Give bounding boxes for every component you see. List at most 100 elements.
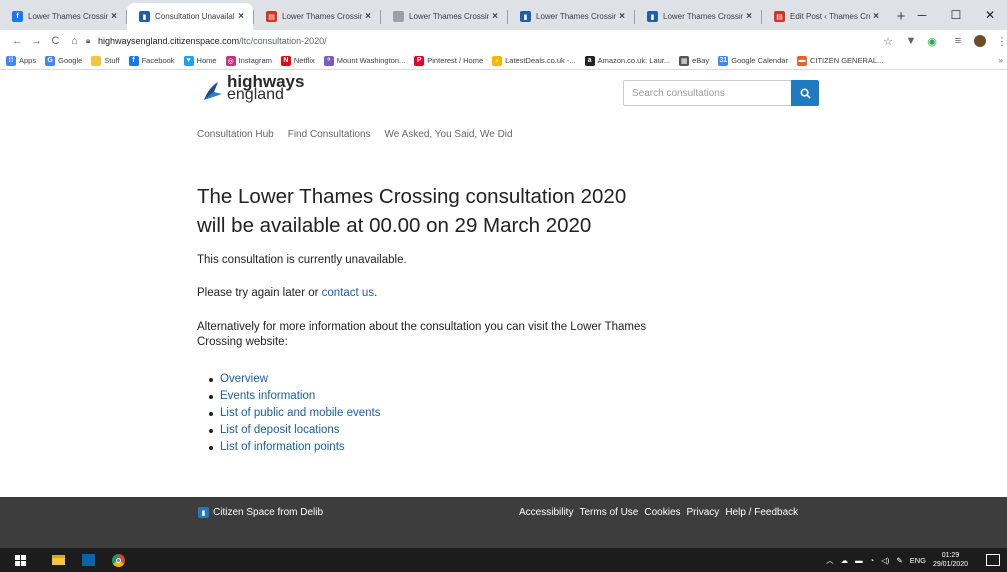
highways-england-logo[interactable]: highways england: [202, 73, 304, 103]
tab-close-icon[interactable]: ×: [108, 11, 120, 22]
bookmark-item[interactable]: ◎ Instagram: [225, 55, 272, 66]
more-bookmarks-icon[interactable]: »: [999, 56, 1003, 65]
footer-link-privacy[interactable]: Privacy: [687, 507, 720, 518]
mountain-icon: ᵒ: [323, 55, 334, 66]
bookmark-item[interactable]: a Amazon.co.uk: Laur...: [584, 55, 670, 66]
url-host: highwaysengland.citizenspace.com: [98, 36, 240, 46]
bookmark-item[interactable]: ▬ CITIZEN GENERAL...: [796, 55, 884, 66]
nav-find-consultations[interactable]: Find Consultations: [288, 129, 371, 140]
browser-tab[interactable]: ▤ Edit Post ‹ Thames Cro ×: [762, 3, 888, 30]
link-deposit-locations[interactable]: List of deposit locations: [220, 422, 340, 439]
bookmark-item[interactable]: ⚡ LatestDeals.co.uk -...: [492, 55, 576, 66]
browser-tab[interactable]: ▤ Lower Thames Crossin ×: [254, 3, 380, 30]
link-events-information[interactable]: Events information: [220, 388, 315, 405]
tab-close-icon[interactable]: ×: [489, 11, 501, 22]
twitter-icon: ♥: [183, 55, 194, 66]
search-form: [623, 80, 819, 106]
language-indicator[interactable]: ENG: [910, 556, 926, 565]
browser-tab-title: Edit Post ‹ Thames Cro: [790, 12, 870, 21]
browser-tab[interactable]: ▮ Consultation Unavailal ×: [127, 3, 253, 30]
bookmark-item[interactable]: ♥ Home: [183, 55, 217, 66]
tab-close-icon[interactable]: ×: [743, 11, 755, 22]
bullet-icon: [209, 377, 213, 382]
profile-avatar[interactable]: [972, 33, 988, 49]
footer-link-help-feedback[interactable]: Help / Feedback: [725, 507, 798, 518]
bookmark-label: CITIZEN GENERAL...: [809, 56, 884, 65]
outlook-icon[interactable]: [80, 552, 96, 568]
alternatively-message: Alternatively for more information about…: [197, 321, 647, 348]
windows-start-icon[interactable]: [12, 552, 28, 568]
reload-icon[interactable]: C: [46, 35, 65, 47]
maximize-icon[interactable]: ☐: [939, 0, 973, 30]
browser-tab-title: Consultation Unavailal: [155, 12, 235, 21]
bookmark-item[interactable]: ⁞⁞ Apps: [6, 55, 36, 66]
bookmark-item[interactable]: Stuff: [91, 55, 120, 66]
footer-link-accessibility[interactable]: Accessibility: [519, 507, 573, 518]
file-explorer-icon[interactable]: [50, 552, 66, 568]
bookmark-item[interactable]: N Netflix: [280, 55, 315, 66]
browser-toolbar: ← → C ⌂ 🔒︎ highwaysengland.citizenspace.…: [0, 30, 1007, 52]
system-tray: ︿ ☁ ▬ ◔ ◁) ✎ ENG 01:29 29/01/2020: [826, 548, 1007, 572]
extension-chrome-icon[interactable]: ◉: [924, 33, 940, 49]
nav-consultation-hub[interactable]: Consultation Hub: [197, 129, 274, 140]
bookmark-item[interactable]: P Pinterest / Home: [414, 55, 483, 66]
close-window-icon[interactable]: ✕: [973, 0, 1007, 30]
network-icon[interactable]: ◔: [870, 556, 875, 565]
contact-us-link[interactable]: contact us: [322, 287, 374, 299]
footer-link-terms[interactable]: Terms of Use: [579, 507, 638, 518]
browser-tab[interactable]: ▮ Lower Thames Crossin ×: [635, 3, 761, 30]
back-arrow-icon[interactable]: ←: [8, 35, 27, 47]
volume-icon[interactable]: ◁): [881, 556, 889, 565]
instagram-icon: ◎: [225, 55, 236, 66]
browser-menu-icon[interactable]: ⋮: [994, 33, 1007, 49]
link-information-points[interactable]: List of information points: [220, 439, 345, 456]
extension-list-icon[interactable]: ≡: [950, 33, 966, 49]
facebook-icon: f: [128, 55, 139, 66]
link-overview[interactable]: Overview: [220, 371, 268, 388]
citizen-space-brand[interactable]: ▮ Citizen Space from Delib: [198, 507, 323, 518]
minimize-icon[interactable]: ─: [905, 0, 939, 30]
home-icon[interactable]: ⌂: [65, 35, 84, 47]
browser-tab[interactable]: ▮ Lower Thames Crossin ×: [508, 3, 634, 30]
address-bar[interactable]: 🔒︎ highwaysengland.citizenspace.com/ltc/…: [86, 32, 886, 50]
list-item: List of public and mobile events: [209, 405, 380, 422]
tab-close-icon[interactable]: ×: [870, 11, 882, 22]
chevron-up-icon[interactable]: ︿: [826, 555, 834, 566]
bookmark-item[interactable]: ▦ eBay: [679, 55, 710, 66]
bookmark-label: Google: [58, 56, 83, 65]
bookmark-label: LatestDeals.co.uk -...: [505, 56, 576, 65]
calendar-icon: 31: [718, 55, 729, 66]
tab-close-icon[interactable]: ×: [616, 11, 628, 22]
bookmark-star-icon[interactable]: ☆: [880, 33, 896, 49]
browser-tab[interactable]: f Lower Thames Crossin ×: [0, 3, 126, 30]
bullet-icon: [209, 428, 213, 433]
pen-icon[interactable]: ✎: [896, 556, 902, 565]
browser-tab-title: Lower Thames Crossin: [663, 12, 743, 21]
search-input[interactable]: [623, 80, 791, 106]
page-title-line-1: The Lower Thames Crossing consultation 2…: [197, 185, 627, 208]
notification-center-icon[interactable]: [986, 554, 1000, 566]
lock-icon: 🔒︎: [86, 36, 91, 45]
battery-icon[interactable]: ▬: [855, 556, 863, 565]
bookmark-item[interactable]: f Facebook: [128, 55, 175, 66]
footer-link-cookies[interactable]: Cookies: [644, 507, 680, 518]
search-button[interactable]: [791, 80, 819, 106]
tab-close-icon[interactable]: ×: [235, 11, 247, 22]
system-clock[interactable]: 01:29 29/01/2020: [933, 551, 968, 569]
bookmark-item[interactable]: G Google: [45, 55, 83, 66]
browser-tab[interactable]: Lower Thames Crossin ×: [381, 3, 507, 30]
bullet-icon: [209, 445, 213, 450]
extension-filter-icon[interactable]: ▼: [903, 33, 919, 49]
bookmark-label: Google Calendar: [731, 56, 788, 65]
bookmark-label: eBay: [692, 56, 710, 65]
chrome-icon[interactable]: [110, 552, 126, 568]
forward-arrow-icon[interactable]: →: [27, 35, 46, 47]
tab-close-icon[interactable]: ×: [362, 11, 374, 22]
window-controls: ─ ☐ ✕: [905, 0, 1007, 30]
nav-we-asked-you-said[interactable]: We Asked, You Said, We Did: [385, 129, 513, 140]
cloud-icon[interactable]: ☁: [841, 556, 849, 565]
link-public-mobile-events[interactable]: List of public and mobile events: [220, 405, 380, 422]
ebay-icon: ▦: [679, 55, 690, 66]
bookmark-item[interactable]: 31 Google Calendar: [718, 55, 788, 66]
bookmark-item[interactable]: ᵒ Mount Washington...: [323, 55, 405, 66]
